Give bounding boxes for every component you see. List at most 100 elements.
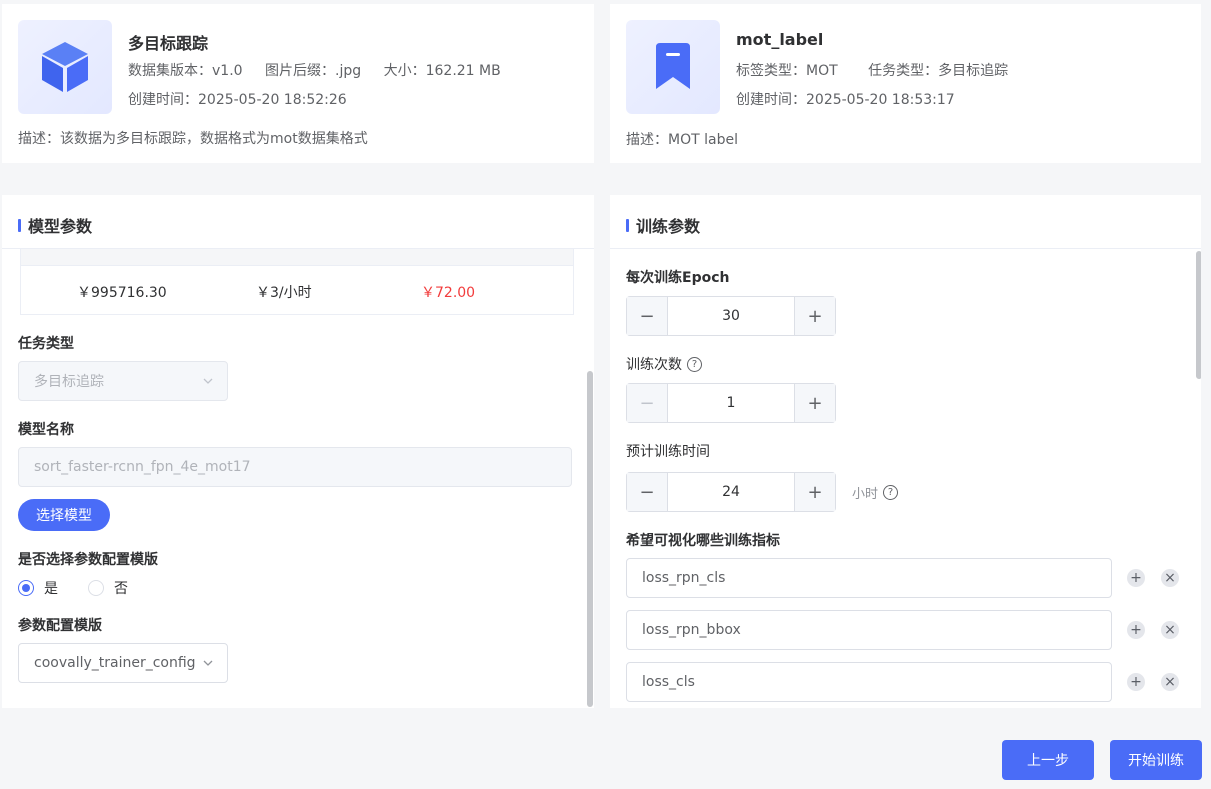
train-params-panel: 训练参数 每次训练Epoch − 30 + 训练次数 ? − 1 + 预计训练时… [610,195,1201,708]
model-params-scrollbar[interactable] [587,371,593,707]
price-table-header [21,249,573,266]
template-value: coovally_trainer_config [34,655,196,671]
est-time-label: 预计训练时间 [626,444,710,460]
cube-icon [42,42,88,92]
label-meta-row: 标签类型：MOT 任务类型：多目标追踪 [736,60,1026,80]
created-value: 2025-05-20 18:52:26 [198,92,347,108]
dataset-thumbnail [18,20,112,114]
label-title: mot_label [736,30,824,49]
model-name-label: 模型名称 [18,422,74,438]
task-type-select[interactable]: 多目标追踪 [18,361,228,401]
epoch-decrement-button[interactable]: − [627,297,668,335]
remove-metric-icon[interactable]: × [1161,673,1179,691]
est-time-increment-button[interactable]: + [794,473,835,511]
times-value[interactable]: 1 [668,384,794,422]
add-metric-icon[interactable]: + [1127,673,1145,691]
metric-input[interactable]: loss_rpn_bbox [626,610,1112,650]
divider [610,248,1201,249]
radio-no-label: 否 [114,581,128,597]
price-table: ￥995716.30 ￥3/小时 ￥72.00 [20,249,574,315]
help-icon[interactable]: ? [687,356,702,372]
times-decrement-button[interactable]: − [627,384,668,422]
label-card: mot_label 标签类型：MOT 任务类型：多目标追踪 创建时间：2025-… [610,4,1201,163]
label-type-value: MOT [806,63,838,79]
radio-no-dot[interactable] [88,580,104,596]
suffix-value: .jpg [335,63,362,79]
model-params-title-text: 模型参数 [28,217,93,236]
rate-value: ￥3/小时 [256,285,312,301]
dataset-description: 描述：该数据为多目标跟踪，数据格式为mot数据集格式 [18,128,368,148]
use-template-label: 是否选择参数配置模版 [18,552,158,568]
dataset-meta-row: 数据集版本：v1.0 图片后缀：.jpg 大小：162.21 MB [128,60,519,80]
task-type-label: 任务类型： [868,63,939,79]
add-metric-icon[interactable]: + [1127,569,1145,587]
metric-value: loss_rpn_cls [642,570,726,586]
total-value: ￥72.00 [421,285,476,301]
train-params-scrollbar[interactable] [1196,251,1201,379]
train-params-title: 训练参数 [626,213,700,237]
times-label-row: 训练次数 ? [626,354,702,374]
created-label: 创建时间： [736,92,806,108]
suffix-label: 图片后缀： [265,63,336,79]
chevron-down-icon [203,378,213,384]
task-type-value: 多目标追踪 [938,63,1009,79]
desc-label: 描述： [18,131,60,147]
label-type-label: 标签类型： [736,63,806,79]
radio-yes-dot[interactable] [18,580,34,596]
size-label: 大小： [383,63,426,79]
epoch-label: 每次训练Epoch [626,270,730,286]
times-label: 训练次数 [626,357,682,373]
est-time-unit: 小时 [852,487,879,502]
desc-value: MOT label [668,132,738,148]
add-metric-icon[interactable]: + [1127,621,1145,639]
prev-button[interactable]: 上一步 [1002,740,1094,780]
metric-value: loss_cls [642,674,695,690]
help-icon[interactable]: ? [883,485,899,500]
radio-yes[interactable]: 是 [18,578,58,598]
radio-no[interactable]: 否 [88,578,128,598]
label-created: 创建时间：2025-05-20 18:53:17 [736,89,955,109]
desc-value: 该数据为多目标跟踪，数据格式为mot数据集格式 [60,131,368,147]
label-thumbnail [626,20,720,114]
task-type-value: 多目标追踪 [34,374,104,390]
epoch-stepper[interactable]: − 30 + [626,296,836,336]
model-params-title: 模型参数 [18,213,92,237]
model-name-input[interactable]: sort_faster-rcnn_fpn_4e_mot17 [18,447,572,487]
metric-input[interactable]: loss_rpn_cls [626,558,1112,598]
select-model-button[interactable]: 选择模型 [18,499,110,531]
label-description: 描述：MOT label [626,129,738,149]
est-time-stepper[interactable]: − 24 + [626,472,836,512]
remove-metric-icon[interactable]: × [1161,569,1179,587]
title-accent-bar [18,218,21,232]
epoch-value[interactable]: 30 [668,297,794,335]
bookmark-icon [656,43,690,89]
est-time-unit-row: 小时 ? [852,483,899,502]
task-type-label: 任务类型 [18,336,74,352]
balance-value: ￥995716.30 [77,285,167,301]
dataset-card: 多目标跟踪 数据集版本：v1.0 图片后缀：.jpg 大小：162.21 MB … [2,4,594,163]
times-stepper[interactable]: − 1 + [626,383,836,423]
est-time-value[interactable]: 24 [668,473,794,511]
title-accent-bar [626,218,629,232]
train-params-title-text: 训练参数 [636,217,701,236]
version-value: v1.0 [212,63,243,79]
created-label: 创建时间： [128,92,198,108]
template-select[interactable]: coovally_trainer_config [18,643,228,683]
size-value: 162.21 MB [425,63,501,79]
metric-value: loss_rpn_bbox [642,622,741,638]
desc-label: 描述： [626,132,668,148]
epoch-increment-button[interactable]: + [794,297,835,335]
price-table-row: ￥995716.30 ￥3/小时 ￥72.00 [21,266,573,314]
metrics-label: 希望可视化哪些训练指标 [626,533,780,549]
est-time-decrement-button[interactable]: − [627,473,668,511]
metric-input[interactable]: loss_cls [626,662,1112,702]
version-label: 数据集版本： [128,63,212,79]
dataset-title: 多目标跟踪 [128,34,209,53]
start-training-button[interactable]: 开始训练 [1110,740,1202,780]
remove-metric-icon[interactable]: × [1161,621,1179,639]
chevron-down-icon [203,660,213,666]
times-increment-button[interactable]: + [794,384,835,422]
model-params-panel: 模型参数 ￥995716.30 ￥3/小时 ￥72.00 任务类型 多目标追踪 … [2,195,594,708]
template-label: 参数配置模版 [18,618,102,634]
radio-yes-label: 是 [44,581,58,597]
